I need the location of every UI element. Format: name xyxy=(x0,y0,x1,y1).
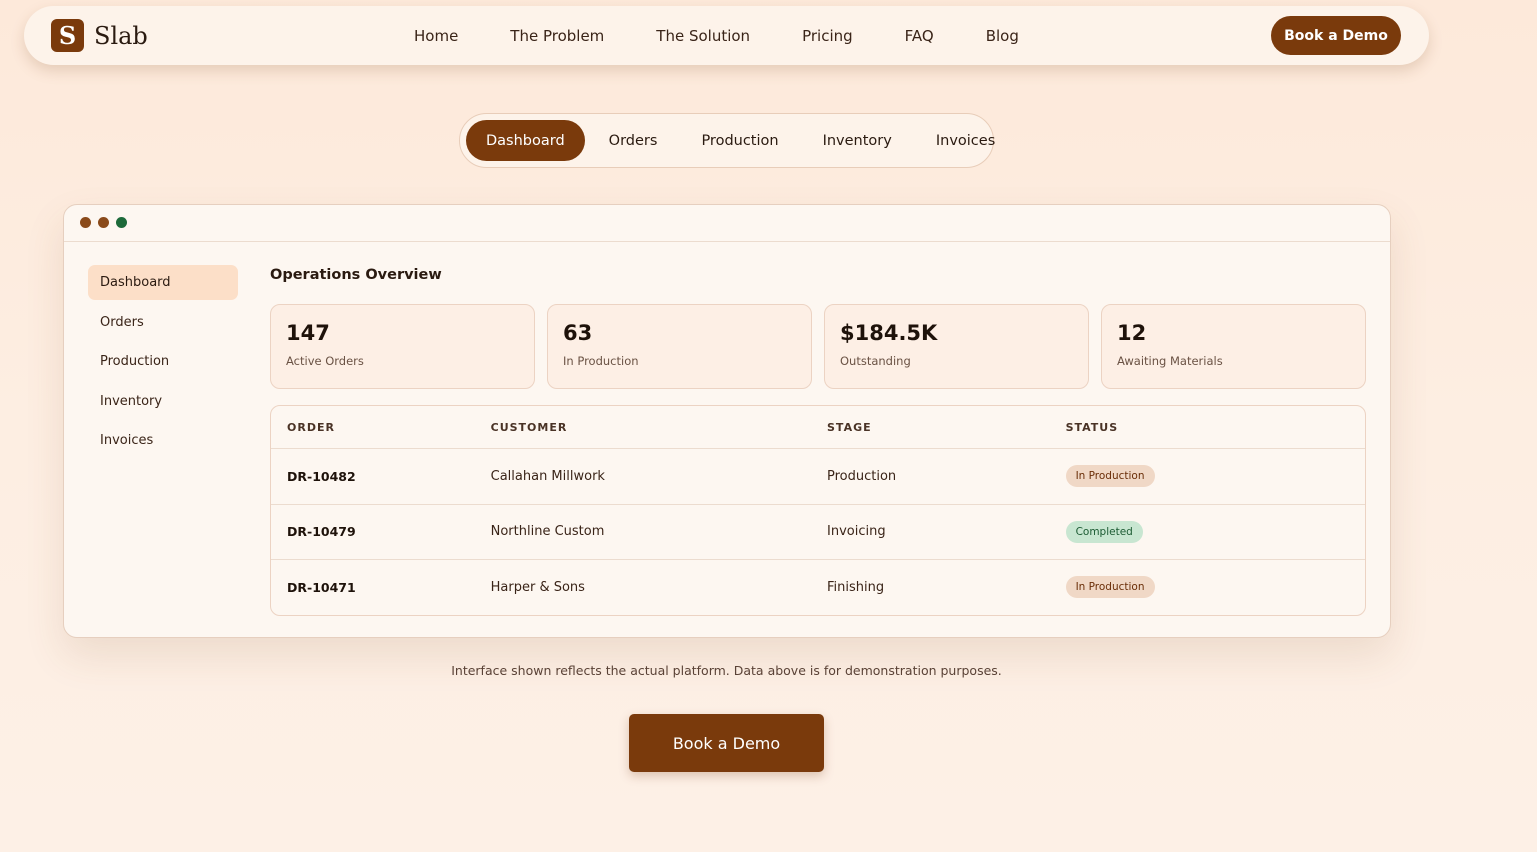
nav-link-the-problem[interactable]: The Problem xyxy=(510,27,604,45)
tab-inventory[interactable]: Inventory xyxy=(803,120,912,161)
status-badge: In Production xyxy=(1065,465,1155,488)
stats-row: 147 Active Orders 63 In Production $184.… xyxy=(270,304,1366,389)
customer-name: Harper & Sons xyxy=(490,579,585,595)
tab-invoices[interactable]: Invoices xyxy=(916,120,1015,161)
app-window: Dashboard Orders Production Inventory In… xyxy=(63,204,1391,638)
nav-link-faq[interactable]: FAQ xyxy=(905,27,934,45)
sidebar-item-orders[interactable]: Orders xyxy=(88,305,238,340)
logo[interactable]: S Slab xyxy=(51,19,148,52)
tab-orders[interactable]: Orders xyxy=(589,120,678,161)
status-cell: In Production xyxy=(1065,576,1365,599)
sidebar-item-inventory[interactable]: Inventory xyxy=(88,384,238,419)
book-demo-button-bottom[interactable]: Book a Demo xyxy=(629,714,824,772)
page-title: Operations Overview xyxy=(270,267,442,283)
table-row[interactable]: DR-10482 Callahan Millwork Production In… xyxy=(271,448,1365,504)
column-header-status: STATUS xyxy=(1065,420,1119,434)
sidebar-item-dashboard[interactable]: Dashboard xyxy=(88,265,238,300)
stat-card-awaiting-materials: 12 Awaiting Materials xyxy=(1101,304,1366,389)
stat-card-active-orders: 147 Active Orders xyxy=(270,304,535,389)
tab-production[interactable]: Production xyxy=(681,120,798,161)
order-id: DR-10482 xyxy=(287,468,356,484)
nav-links: Home The Problem The Solution Pricing FA… xyxy=(414,6,1071,65)
sidebar-item-invoices[interactable]: Invoices xyxy=(88,423,238,458)
logo-text: Slab xyxy=(94,21,148,50)
customer-name: Callahan Millwork xyxy=(490,468,605,484)
table-row[interactable]: DR-10479 Northline Custom Invoicing Comp… xyxy=(271,503,1365,560)
order-id: DR-10479 xyxy=(287,524,356,540)
window-titlebar xyxy=(64,205,1390,242)
window-dot-icon xyxy=(98,217,109,228)
customer-name: Northline Custom xyxy=(490,524,605,540)
logo-mark-icon: S xyxy=(51,19,84,52)
stage: Invoicing xyxy=(827,524,886,540)
table-row[interactable]: DR-10471 Harper & Sons Finishing In Prod… xyxy=(271,559,1365,615)
book-demo-button-top[interactable]: Book a Demo xyxy=(1271,16,1401,55)
stage: Finishing xyxy=(827,579,885,595)
nav-link-pricing[interactable]: Pricing xyxy=(802,27,853,45)
stat-label: In Production xyxy=(563,354,639,368)
table-header-row: ORDER CUSTOMER STAGE STATUS xyxy=(271,406,1365,448)
stat-card-outstanding: $184.5K Outstanding xyxy=(824,304,1089,389)
nav-link-home[interactable]: Home xyxy=(414,27,458,45)
orders-table: ORDER CUSTOMER STAGE STATUS DR-10482 Cal… xyxy=(270,405,1366,616)
nav-link-blog[interactable]: Blog xyxy=(986,27,1019,45)
nav-link-the-solution[interactable]: The Solution xyxy=(656,27,750,45)
main-content: Operations Overview 147 Active Orders 63… xyxy=(270,265,1366,616)
window-dot-icon xyxy=(80,217,91,228)
stat-value: $184.5K xyxy=(840,321,938,345)
sidebar-item-production[interactable]: Production xyxy=(88,344,238,379)
top-nav: S Slab Home The Problem The Solution Pri… xyxy=(24,6,1429,65)
stage: Production xyxy=(827,468,897,484)
stat-value: 147 xyxy=(286,321,330,345)
disclaimer-text: Interface shown reflects the actual plat… xyxy=(451,663,1002,678)
window-dot-icon xyxy=(116,217,127,228)
column-header-order: ORDER xyxy=(287,420,335,434)
status-badge: Completed xyxy=(1065,520,1143,543)
order-id: DR-10471 xyxy=(287,579,356,595)
column-header-stage: STAGE xyxy=(827,420,872,434)
app-sidebar: Dashboard Orders Production Inventory In… xyxy=(88,265,238,463)
stat-label: Awaiting Materials xyxy=(1117,354,1223,368)
status-cell: In Production xyxy=(1065,465,1365,488)
column-header-customer: CUSTOMER xyxy=(490,420,568,434)
stat-label: Outstanding xyxy=(840,354,911,368)
status-badge: In Production xyxy=(1065,576,1155,599)
stat-label: Active Orders xyxy=(286,354,364,368)
stat-value: 63 xyxy=(563,321,593,345)
stat-value: 12 xyxy=(1117,321,1147,345)
stat-card-in-production: 63 In Production xyxy=(547,304,812,389)
status-cell: Completed xyxy=(1065,520,1365,543)
tab-dashboard[interactable]: Dashboard xyxy=(466,120,585,161)
view-tabs: Dashboard Orders Production Inventory In… xyxy=(459,113,995,168)
